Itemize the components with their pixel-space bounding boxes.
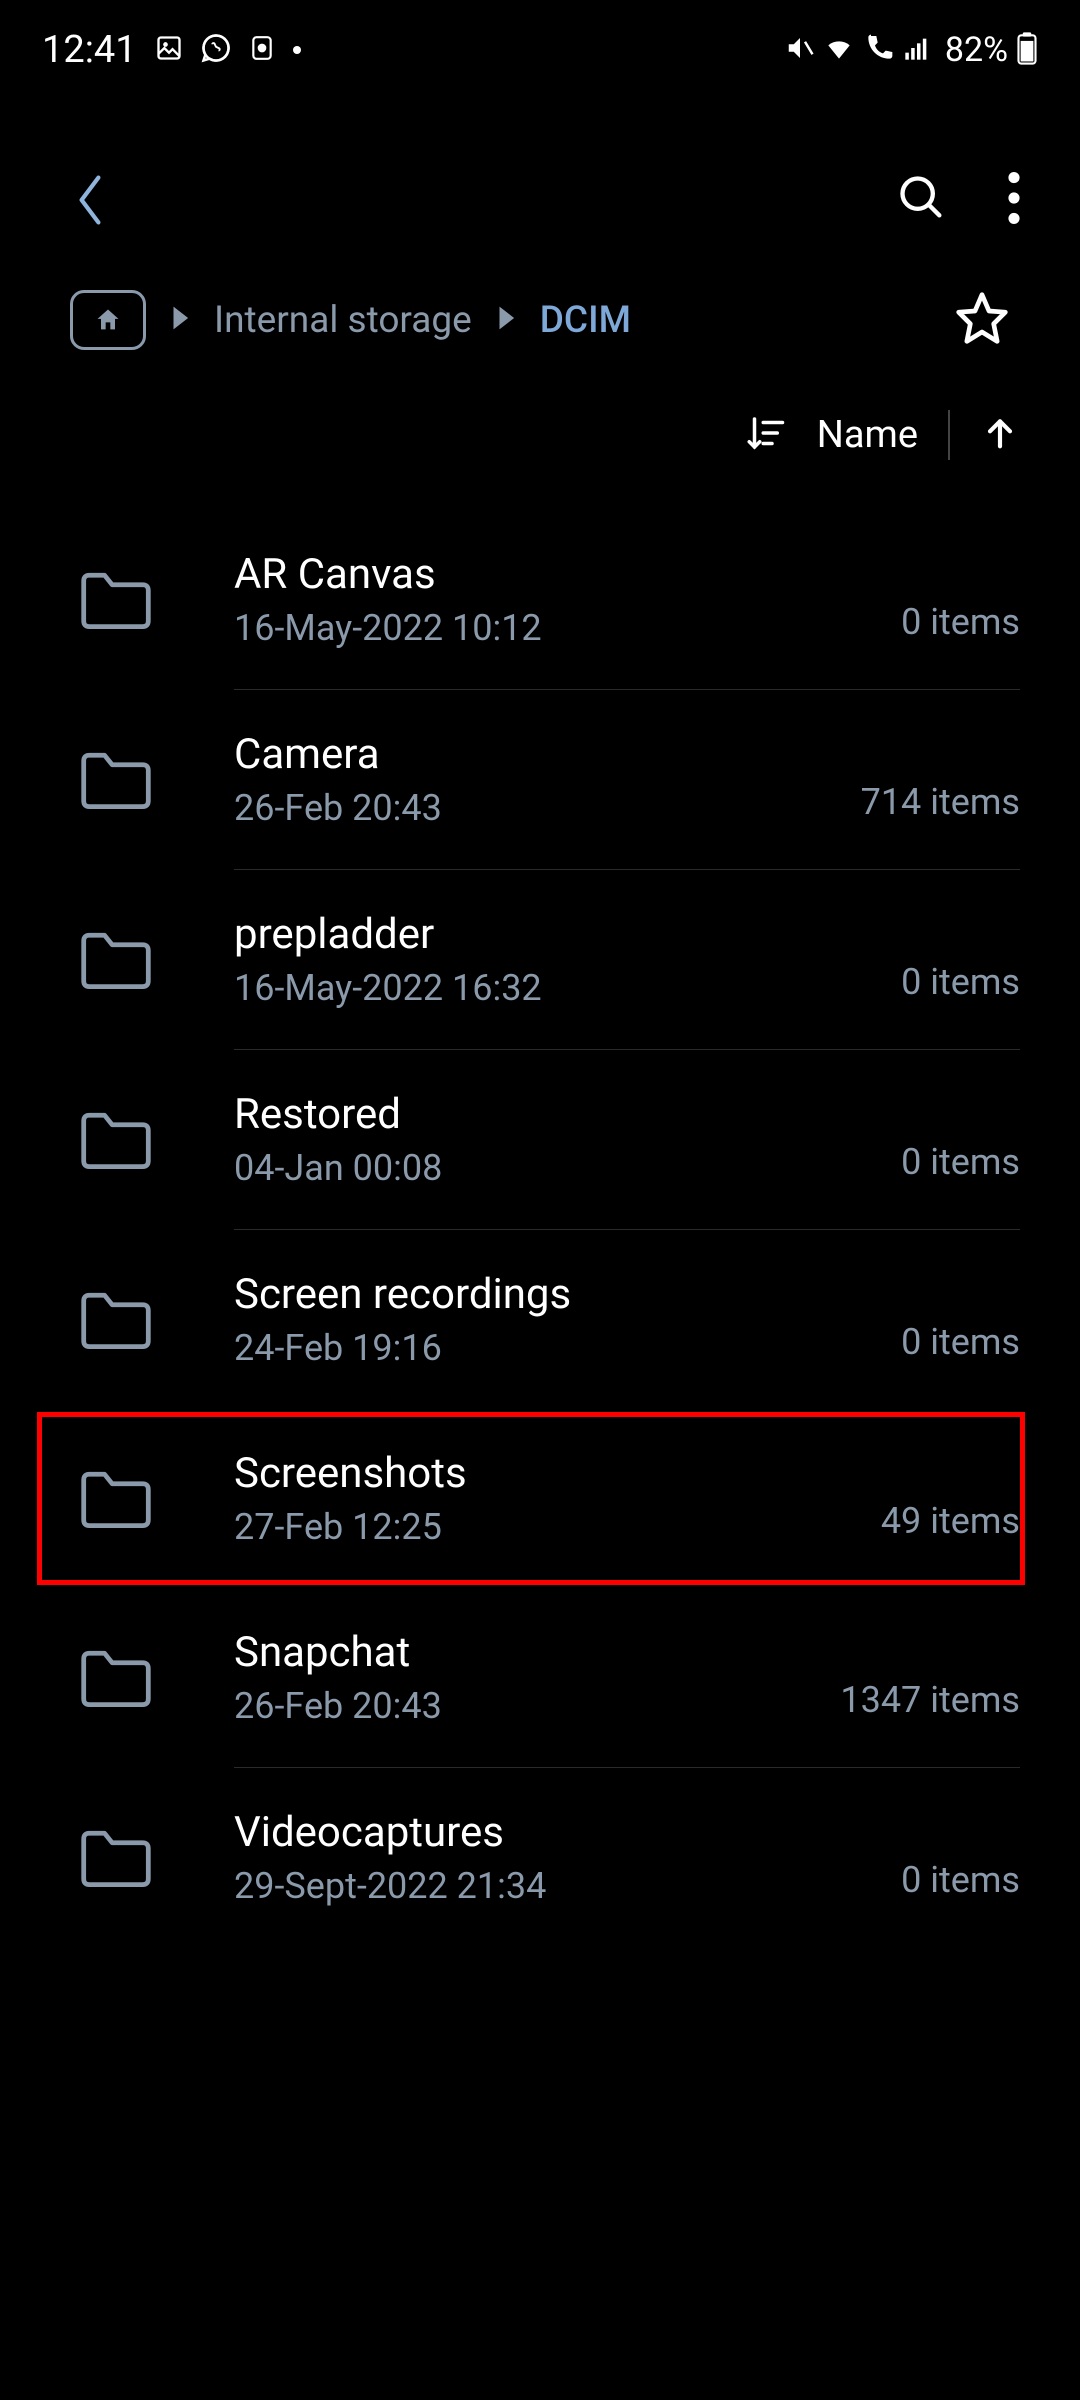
- folder-name: Camera: [234, 730, 861, 779]
- breadcrumb: Internal storage DCIM: [0, 260, 1080, 380]
- more-icon[interactable]: [1008, 172, 1020, 228]
- folder-name: AR Canvas: [234, 550, 901, 599]
- wifi-calling-icon: [863, 32, 895, 68]
- folder-date: 24-Feb 19:16: [234, 1327, 901, 1369]
- folder-item[interactable]: AR Canvas 16-May-2022 10:12 0 items: [0, 510, 1080, 689]
- breadcrumb-current[interactable]: DCIM: [540, 299, 631, 342]
- chevron-right-icon: [170, 305, 190, 335]
- folder-count: 0 items: [901, 961, 1020, 1003]
- folder-icon: [78, 569, 154, 631]
- folder-date: 26-Feb 20:43: [234, 787, 861, 829]
- folder-count: 0 items: [901, 601, 1020, 643]
- folder-content: Restored 04-Jan 00:08: [234, 1090, 901, 1189]
- folder-item[interactable]: Videocaptures 29-Sept-2022 21:34 0 items: [0, 1768, 1080, 1947]
- wifi-icon: [823, 32, 855, 68]
- folder-icon: [78, 1827, 154, 1889]
- whatsapp-icon: [201, 33, 231, 67]
- folder-date: 16-May-2022 10:12: [234, 607, 901, 649]
- folder-icon: [78, 1109, 154, 1171]
- sort-controls: Name: [0, 380, 1080, 510]
- picture-icon: [155, 34, 183, 66]
- folder-count: 714 items: [861, 781, 1020, 823]
- folder-item[interactable]: Screen recordings 24-Feb 19:16 0 items: [0, 1230, 1080, 1409]
- home-button[interactable]: [70, 290, 146, 350]
- folder-count: 0 items: [901, 1321, 1020, 1363]
- folder-date: 16-May-2022 16:32: [234, 967, 901, 1009]
- folder-date: 04-Jan 00:08: [234, 1147, 901, 1189]
- folder-name: Screen recordings: [234, 1270, 901, 1319]
- favorite-icon[interactable]: [954, 290, 1010, 350]
- battery-percent: 82%: [945, 30, 1008, 70]
- folder-content: Snapchat 26-Feb 20:43: [234, 1628, 840, 1727]
- folder-content: Screenshots 27-Feb 12:25: [234, 1449, 881, 1548]
- status-bar: 12:41 82%: [0, 0, 1080, 90]
- status-time: 12:41: [42, 28, 137, 72]
- folder-item[interactable]: Snapchat 26-Feb 20:43 1347 items: [0, 1588, 1080, 1767]
- notification-dot: [293, 46, 301, 54]
- folder-item[interactable]: Restored 04-Jan 00:08 0 items: [0, 1050, 1080, 1229]
- folder-item-highlighted[interactable]: Screenshots 27-Feb 12:25 49 items: [34, 1409, 1028, 1588]
- sort-icon[interactable]: [743, 412, 787, 458]
- back-button[interactable]: [60, 170, 120, 230]
- folder-icon: [78, 929, 154, 991]
- status-right: 82%: [785, 30, 1038, 70]
- folder-name: Screenshots: [234, 1449, 881, 1498]
- folder-content: AR Canvas 16-May-2022 10:12: [234, 550, 901, 649]
- folder-count: 1347 items: [840, 1679, 1020, 1721]
- folder-count: 49 items: [881, 1500, 1020, 1542]
- folder-content: Screen recordings 24-Feb 19:16: [234, 1270, 901, 1369]
- folder-list: AR Canvas 16-May-2022 10:12 0 items Came…: [0, 510, 1080, 1947]
- app-icon: [249, 35, 275, 65]
- folder-name: prepladder: [234, 910, 901, 959]
- sort-label[interactable]: Name: [817, 413, 918, 457]
- folder-item[interactable]: Camera 26-Feb 20:43 714 items: [0, 690, 1080, 869]
- toolbar-actions: [896, 172, 1020, 228]
- folder-icon: [78, 1289, 154, 1351]
- folder-name: Snapchat: [234, 1628, 840, 1677]
- folder-icon: [78, 749, 154, 811]
- folder-item[interactable]: prepladder 16-May-2022 16:32 0 items: [0, 870, 1080, 1049]
- folder-date: 26-Feb 20:43: [234, 1685, 840, 1727]
- divider: [948, 410, 950, 460]
- breadcrumb-root[interactable]: Internal storage: [214, 299, 472, 342]
- folder-icon: [78, 1468, 154, 1530]
- chevron-right-icon: [496, 305, 516, 335]
- folder-count: 0 items: [901, 1859, 1020, 1901]
- folder-content: prepladder 16-May-2022 16:32: [234, 910, 901, 1009]
- mute-icon: [785, 33, 815, 67]
- toolbar: [0, 90, 1080, 260]
- folder-count: 0 items: [901, 1141, 1020, 1183]
- signal-icon: [903, 34, 931, 66]
- folder-date: 29-Sept-2022 21:34: [234, 1865, 901, 1907]
- folder-date: 27-Feb 12:25: [234, 1506, 881, 1548]
- folder-name: Restored: [234, 1090, 901, 1139]
- folder-content: Videocaptures 29-Sept-2022 21:34: [234, 1808, 901, 1907]
- sort-direction-icon[interactable]: [980, 411, 1020, 459]
- status-left: 12:41: [42, 28, 301, 72]
- search-icon[interactable]: [896, 172, 948, 228]
- folder-content: Camera 26-Feb 20:43: [234, 730, 861, 829]
- folder-name: Videocaptures: [234, 1808, 901, 1857]
- battery-icon: [1016, 31, 1038, 69]
- folder-icon: [78, 1647, 154, 1709]
